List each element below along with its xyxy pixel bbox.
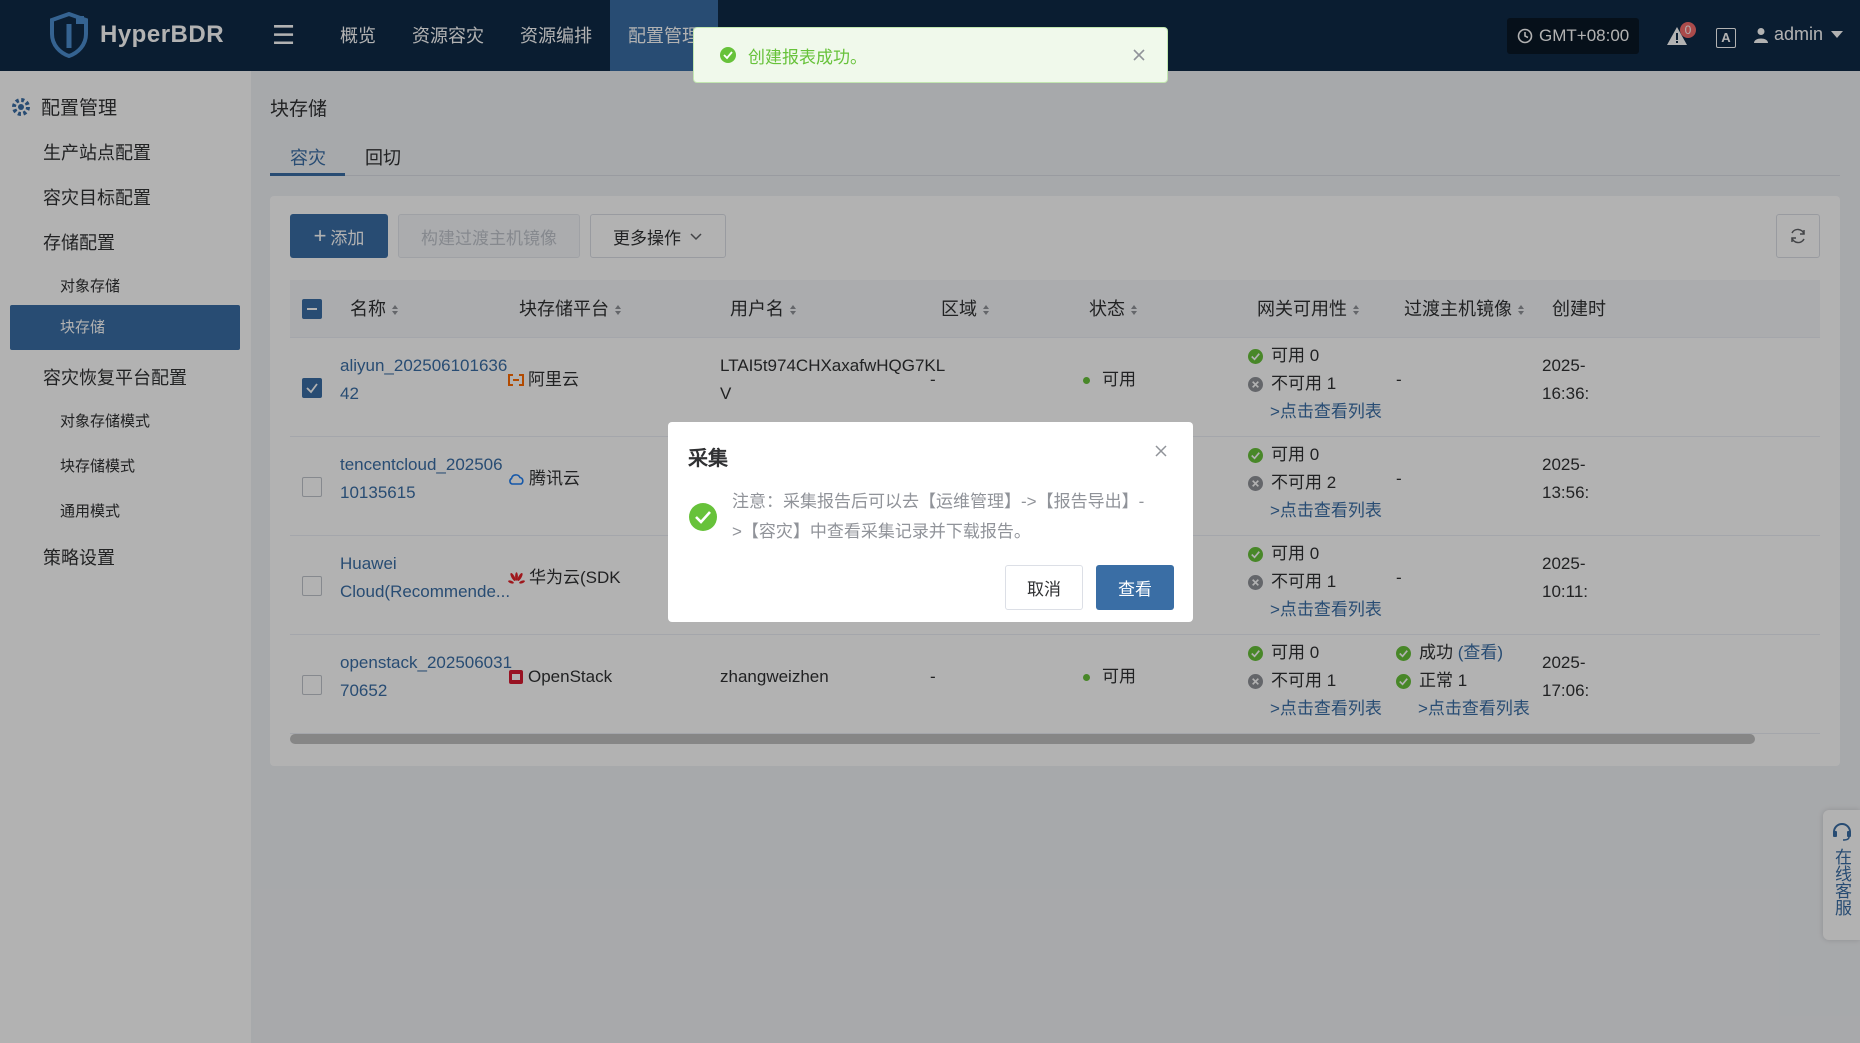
view-button[interactable]: 查看 <box>1096 565 1174 610</box>
success-icon <box>689 503 717 531</box>
close-icon[interactable] <box>1154 444 1168 458</box>
success-toast: 创建报表成功。 <box>693 27 1168 83</box>
dialog-message: 注意：采集报告后可以去【运维管理】->【报告导出】->【容灾】中查看采集记录并下… <box>732 492 1145 541</box>
collect-dialog: 采集 注意：采集报告后可以去【运维管理】->【报告导出】->【容灾】中查看采集记… <box>668 422 1193 622</box>
toast-message: 创建报表成功。 <box>748 47 867 67</box>
success-icon <box>720 47 736 63</box>
close-icon[interactable] <box>1132 48 1146 62</box>
cancel-button[interactable]: 取消 <box>1005 565 1083 610</box>
dialog-title: 采集 <box>688 448 728 470</box>
